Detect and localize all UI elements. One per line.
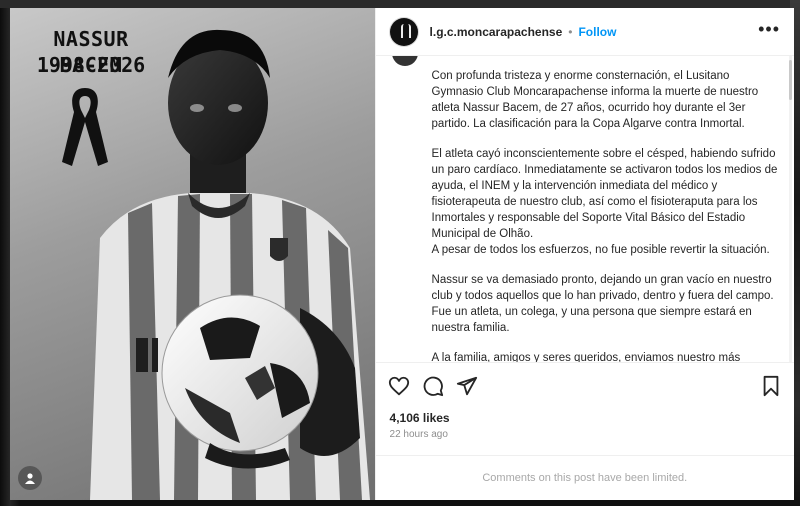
header-separator: • — [568, 24, 573, 39]
caption-paragraph: Con profunda tristeza y enorme consterna… — [431, 70, 759, 130]
caption-paragraph: A la familia, amigos y seres queridos, e… — [431, 352, 741, 362]
heart-icon[interactable] — [388, 375, 410, 397]
post-header: l.g.c.moncarapachense • Follow ••• — [375, 8, 794, 56]
memorial-dates: 1998-2026 — [36, 53, 146, 77]
post-image[interactable]: NASSUR BACEM 1998-2026 — [10, 8, 375, 500]
save-icon[interactable] — [760, 375, 782, 397]
caption-paragraph: A pesar de todos los esfuerzos, no fue p… — [431, 244, 770, 256]
post-timestamp[interactable]: 22 hours ago — [376, 427, 794, 443]
caption-paragraph: El atleta cayó inconscientemente sobre e… — [431, 148, 778, 240]
mourning-ribbon-icon — [62, 88, 108, 166]
caption-scroll-area[interactable]: Con profunda tristeza y enorme consterna… — [376, 56, 794, 362]
caption-scrollbar[interactable] — [789, 56, 792, 362]
comments-limited-notice: Comments on this post have been limited. — [375, 455, 794, 500]
caption-text: Con profunda tristeza y enorme consterna… — [432, 56, 780, 362]
background-strip-top — [0, 0, 800, 8]
user-tag-icon[interactable] — [18, 466, 42, 490]
account-avatar[interactable] — [389, 17, 418, 46]
player-photo — [90, 29, 370, 500]
share-icon[interactable] — [456, 375, 478, 397]
follow-button[interactable]: Follow — [578, 25, 616, 39]
comment-icon[interactable] — [422, 375, 444, 397]
post-dialog: NASSUR BACEM 1998-2026 l.g.c.moncarapach… — [10, 8, 794, 500]
caption-avatar — [391, 56, 418, 66]
caption-paragraph: Nassur se va demasiado pronto, dejando u… — [431, 274, 774, 334]
account-username[interactable]: l.g.c.moncarapachense — [430, 25, 563, 39]
more-options-icon[interactable]: ••• — [758, 20, 780, 44]
post-side-panel: l.g.c.moncarapachense • Follow ••• Con p… — [374, 8, 794, 500]
post-actions — [375, 362, 794, 409]
likes-count[interactable]: 4,106 likes — [376, 409, 794, 427]
caption-scrollbar-thumb[interactable] — [789, 60, 792, 100]
